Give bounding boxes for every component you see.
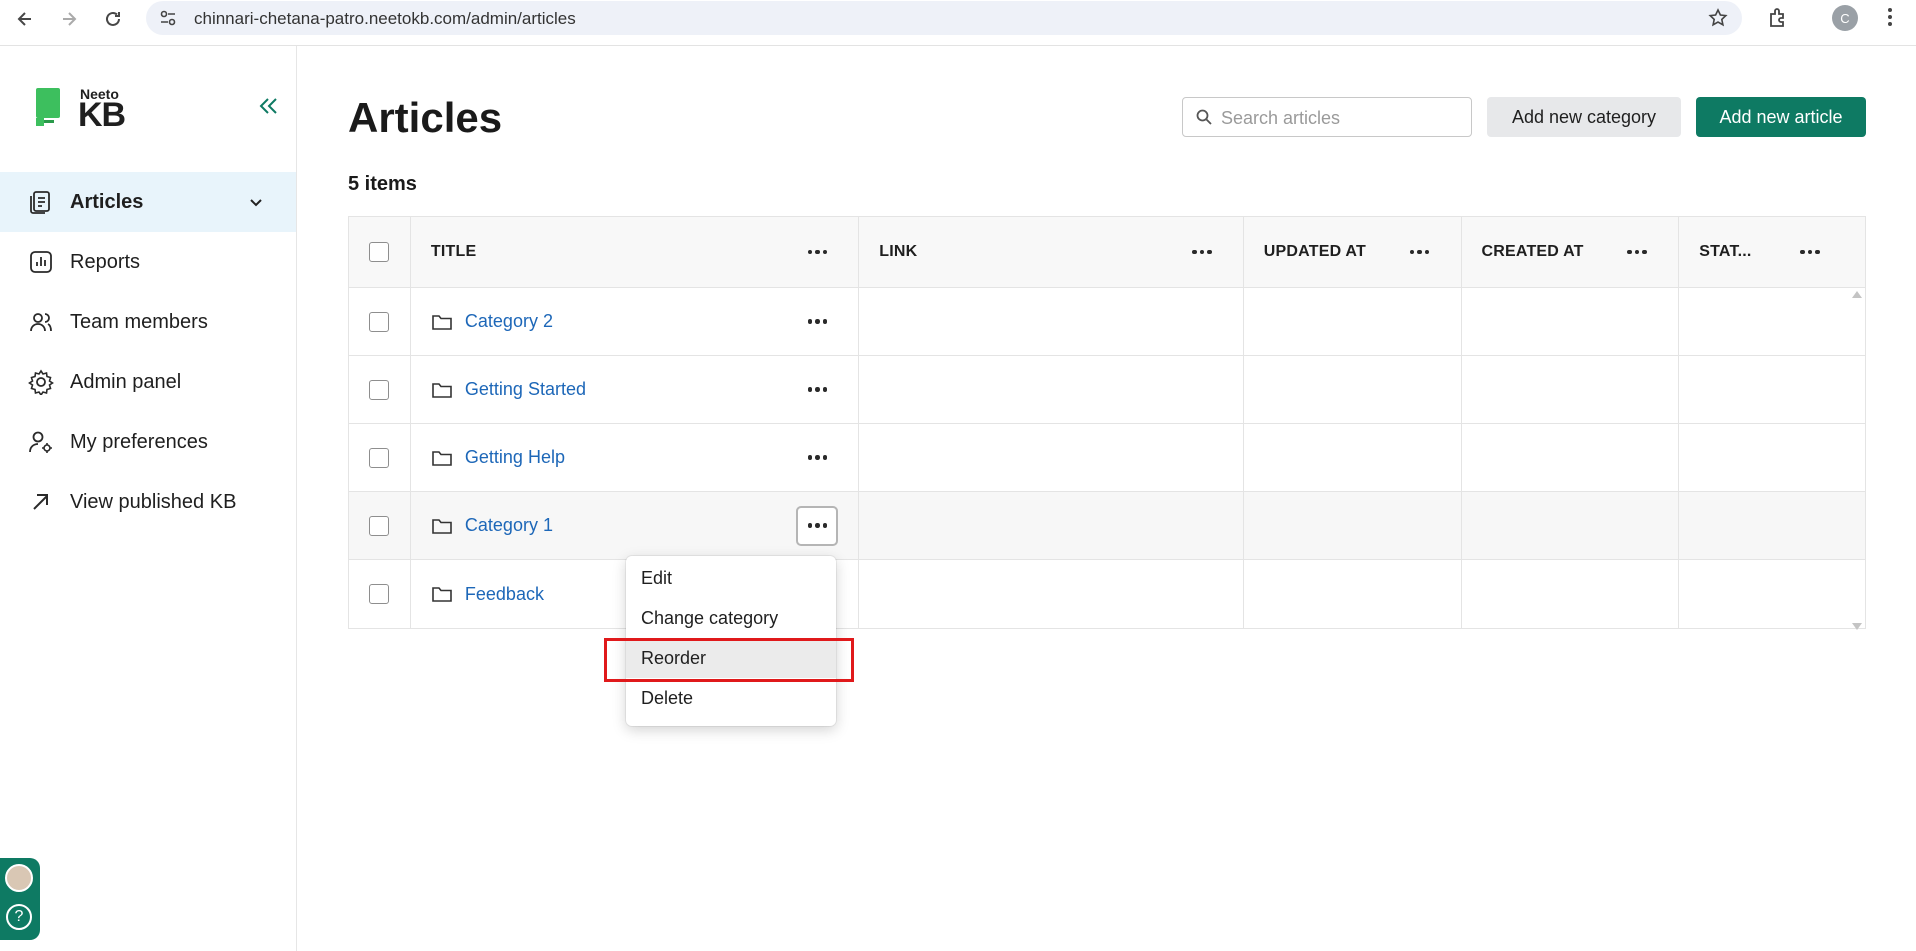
row-checkbox[interactable] — [369, 447, 390, 468]
help-widget[interactable]: ? — [0, 858, 40, 940]
column-menu-icon[interactable] — [1405, 238, 1435, 266]
search-icon — [1196, 109, 1212, 125]
browser-menu-icon[interactable] — [1886, 6, 1894, 28]
sidebar-item-label: Articles — [70, 190, 144, 213]
row-checkbox[interactable] — [369, 379, 390, 400]
scroll-up-arrow-icon[interactable] — [1852, 291, 1862, 298]
url-text[interactable]: chinnari-chetana-patro.neetokb.com/admin… — [194, 9, 576, 29]
team-icon — [30, 313, 52, 332]
extensions-icon[interactable] — [1766, 6, 1790, 30]
reports-icon — [30, 251, 52, 273]
site-settings-icon[interactable] — [158, 8, 178, 28]
gear-icon — [28, 369, 54, 395]
select-all-checkbox[interactable] — [369, 242, 390, 262]
folder-icon — [432, 450, 452, 466]
page-title: Articles — [348, 94, 503, 141]
reload-icon[interactable] — [98, 4, 128, 34]
external-arrow-icon — [33, 494, 48, 510]
support-avatar[interactable] — [5, 864, 33, 892]
sidebar-item-view-published-kb[interactable]: View published KB — [0, 472, 296, 532]
add-new-article-button[interactable]: Add new article — [1696, 97, 1866, 137]
table-scrollbar[interactable] — [1848, 287, 1865, 634]
sidebar-item-my-preferences[interactable]: My preferences — [0, 412, 296, 472]
folder-icon — [432, 314, 452, 330]
sidebar-item-label: Admin panel — [70, 370, 182, 393]
table-row[interactable]: Feedback — [349, 560, 1865, 628]
table-row[interactable]: Getting Help — [349, 424, 1865, 492]
user-settings-icon — [29, 431, 52, 453]
address-bar[interactable]: chinnari-chetana-patro.neetokb.com/admin… — [146, 1, 1742, 35]
add-new-category-button[interactable]: Add new category — [1487, 97, 1681, 137]
table-row[interactable]: Getting Started — [349, 356, 1865, 424]
sidebar-item-reports[interactable]: Reports — [0, 232, 296, 292]
column-header-link[interactable]: LINK — [879, 243, 917, 261]
folder-icon — [432, 382, 452, 398]
folder-icon — [432, 587, 452, 602]
menu-item-delete[interactable]: Delete — [626, 678, 836, 718]
category-title-link[interactable]: Getting Help — [465, 447, 565, 468]
table-row[interactable]: Category 2 — [349, 288, 1865, 356]
sidebar-item-label: Reports — [70, 250, 141, 273]
collapse-sidebar-icon[interactable] — [256, 94, 280, 118]
category-title-link[interactable]: Category 2 — [465, 311, 553, 332]
row-checkbox[interactable] — [369, 311, 390, 332]
sidebar-item-label: My preferences — [70, 430, 208, 453]
column-header-status[interactable]: STAT... — [1699, 243, 1751, 261]
sidebar: Neeto KB Articles Reports Team members A… — [0, 46, 297, 951]
back-arrow-icon[interactable] — [10, 4, 40, 34]
sidebar-item-articles[interactable]: Articles — [0, 172, 296, 232]
column-header-updated-at[interactable]: UPDATED AT — [1264, 243, 1366, 261]
row-checkbox[interactable] — [369, 515, 390, 536]
sidebar-item-label: View published KB — [70, 490, 237, 513]
menu-item-change-category[interactable]: Change category — [626, 598, 836, 638]
logo-mark-icon — [36, 88, 60, 126]
column-header-title[interactable]: TITLE — [431, 243, 476, 261]
category-title-link[interactable]: Category 1 — [465, 515, 553, 536]
articles-table: TITLE LINK UPDATED AT CREATED AT STAT... — [348, 216, 1866, 629]
column-menu-icon[interactable] — [1187, 238, 1217, 266]
scroll-down-arrow-icon[interactable] — [1852, 623, 1862, 630]
row-checkbox[interactable] — [369, 584, 390, 604]
neeto-kb-logo[interactable]: Neeto KB — [34, 86, 144, 134]
table-header: TITLE LINK UPDATED AT CREATED AT STAT... — [349, 217, 1865, 288]
browser-toolbar: chinnari-chetana-patro.neetokb.com/admin… — [0, 0, 1916, 46]
items-count: 5 items — [348, 173, 417, 195]
row-actions-icon[interactable] — [802, 444, 832, 472]
menu-item-edit[interactable]: Edit — [626, 558, 836, 598]
sidebar-menu: Articles Reports Team members Admin pane… — [0, 172, 296, 532]
row-actions-icon[interactable] — [796, 505, 839, 546]
logo-product-text: KB — [78, 96, 126, 134]
column-header-created-at[interactable]: CREATED AT — [1482, 243, 1584, 261]
sidebar-item-admin-panel[interactable]: Admin panel — [0, 352, 296, 412]
table-row[interactable]: Category 1 — [349, 492, 1865, 560]
sidebar-item-label: Team members — [70, 310, 208, 333]
forward-arrow-icon[interactable] — [54, 4, 84, 34]
column-menu-icon[interactable] — [802, 238, 832, 266]
main-content: Articles Add new category Add new articl… — [298, 46, 1916, 951]
row-actions-icon[interactable] — [802, 376, 832, 404]
sidebar-item-team-members[interactable]: Team members — [0, 292, 296, 352]
articles-icon — [30, 191, 50, 214]
column-menu-icon[interactable] — [1622, 238, 1652, 266]
profile-avatar[interactable]: C — [1832, 5, 1858, 31]
annotation-highlight-box — [604, 638, 854, 682]
column-menu-icon[interactable] — [1795, 238, 1825, 266]
chevron-down-icon[interactable] — [246, 192, 266, 212]
folder-icon — [432, 518, 452, 534]
row-actions-icon[interactable] — [802, 308, 832, 336]
search-input[interactable] — [1221, 104, 1461, 132]
search-box[interactable] — [1182, 97, 1472, 137]
help-icon[interactable]: ? — [6, 904, 32, 930]
category-title-link[interactable]: Getting Started — [465, 379, 586, 400]
bookmark-star-icon[interactable] — [1708, 8, 1728, 28]
category-title-link[interactable]: Feedback — [465, 584, 544, 605]
